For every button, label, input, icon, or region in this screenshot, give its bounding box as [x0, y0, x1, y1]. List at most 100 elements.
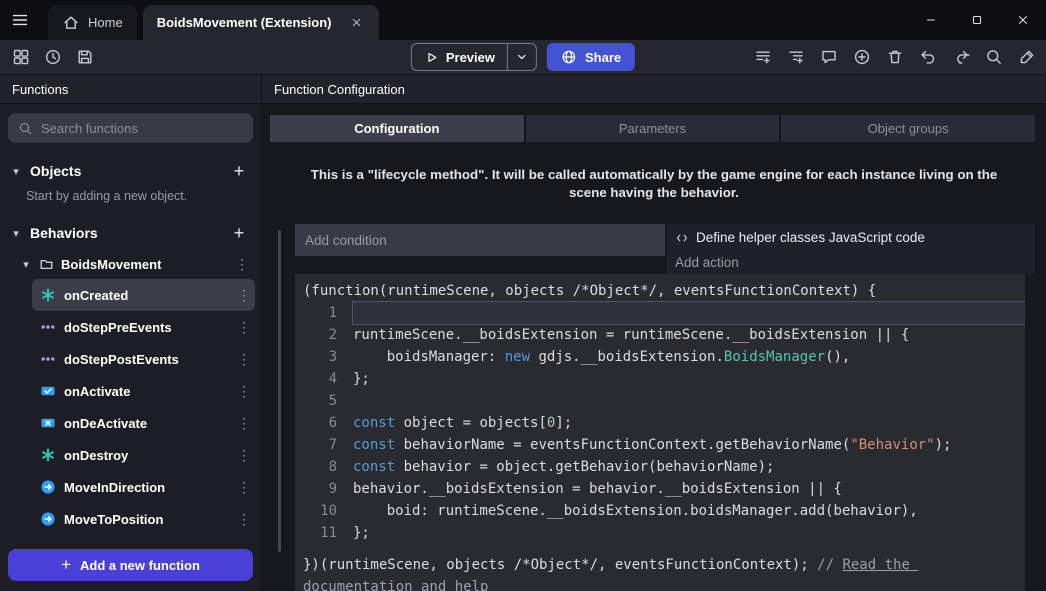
- code-token: );: [935, 437, 952, 453]
- project-manager-icon[interactable]: [8, 44, 34, 70]
- code-token: object = objects[: [395, 415, 547, 431]
- add-behavior-button[interactable]: +: [227, 221, 251, 245]
- line-number: 10: [295, 500, 353, 522]
- tab-extension-label: BoidsMovement (Extension): [157, 15, 332, 30]
- line-number: 5: [295, 390, 353, 412]
- code-token: const: [353, 415, 395, 431]
- window-controls: [908, 0, 1046, 40]
- add-subevent-icon[interactable]: [783, 44, 809, 70]
- search-icon[interactable]: [981, 44, 1007, 70]
- preview-dropdown-button[interactable]: [508, 44, 536, 70]
- tab-label: Object groups: [868, 121, 949, 136]
- code-token: const: [353, 437, 395, 453]
- item-menu-icon[interactable]: ⋮: [235, 511, 253, 528]
- tab-object-groups[interactable]: Object groups: [781, 115, 1035, 142]
- add-object-button[interactable]: +: [227, 159, 251, 183]
- code-line: 2runtimeScene.__boidsExtension = runtime…: [295, 324, 1025, 346]
- code-token: };: [353, 525, 370, 541]
- undo-icon[interactable]: [915, 44, 941, 70]
- sidebar-item-dosteppostevents[interactable]: doStepPostEvents⋮: [32, 343, 255, 375]
- hamburger-icon: [11, 11, 29, 29]
- item-menu-icon[interactable]: ⋮: [235, 447, 253, 464]
- sidebar-item-oncreated[interactable]: onCreated⋮: [32, 279, 255, 311]
- objects-empty-text: Start by adding a new object.: [0, 187, 261, 211]
- fn-activate-icon: [40, 383, 56, 399]
- code-line: 3 boidsManager: new gdjs.__boidsExtensio…: [295, 346, 1025, 368]
- tab-boidsmovement-extension[interactable]: BoidsMovement (Extension): [143, 5, 380, 40]
- theme-brush-icon[interactable]: [1014, 44, 1040, 70]
- item-menu-icon[interactable]: ⋮: [235, 319, 253, 336]
- add-event-icon[interactable]: [750, 44, 776, 70]
- code-token: boidsManager:: [353, 349, 505, 365]
- js-code-action[interactable]: Define helper classes JavaScript code: [667, 224, 1035, 251]
- add-action-button[interactable]: Add action: [667, 251, 1035, 274]
- history-icon[interactable]: [40, 44, 66, 70]
- tab-configuration[interactable]: Configuration: [270, 115, 524, 142]
- code-text: };: [353, 368, 1025, 390]
- redo-icon[interactable]: [948, 44, 974, 70]
- group-menu-icon[interactable]: ⋮: [233, 256, 251, 273]
- add-condition-button[interactable]: Add condition: [295, 224, 665, 256]
- code-line: 6const object = objects[0];: [295, 412, 1025, 434]
- save-icon[interactable]: [72, 44, 98, 70]
- behaviors-section-label: Behaviors: [30, 225, 219, 241]
- line-number: 6: [295, 412, 353, 434]
- globe-icon: [561, 49, 577, 65]
- item-menu-icon[interactable]: ⋮: [235, 287, 253, 304]
- chevron-down-icon: [515, 50, 529, 64]
- sidebar-item-movetoposition[interactable]: MoveToPosition⋮: [32, 503, 255, 535]
- code-text: boid: runtimeScene.__boidsExtension.boid…: [353, 500, 1025, 522]
- maximize-icon[interactable]: [954, 0, 1000, 40]
- code-line: 1: [295, 302, 1025, 324]
- trash-icon[interactable]: [882, 44, 908, 70]
- code-line: (function(runtimeScene, objects /*Object…: [295, 280, 1025, 302]
- tab-parameters[interactable]: Parameters: [526, 115, 780, 142]
- sidebar-item-moveindirection[interactable]: MoveInDirection⋮: [32, 471, 255, 503]
- fn-step-icon: [40, 351, 56, 367]
- code-text: [353, 302, 1025, 324]
- add-comment-icon[interactable]: [816, 44, 842, 70]
- item-menu-icon[interactable]: ⋮: [235, 415, 253, 432]
- search-functions-input[interactable]: [41, 121, 243, 136]
- sidebar-header: Functions: [0, 75, 261, 104]
- sidebar-item-ondestroy[interactable]: onDestroy⋮: [32, 439, 255, 471]
- tab-close-icon[interactable]: [347, 14, 365, 32]
- code-token: const: [353, 459, 395, 475]
- toolbar-right-icons: [750, 44, 1040, 70]
- code-token: behavior.__boidsExtension = behavior.__b…: [353, 481, 842, 497]
- play-icon: [424, 50, 439, 65]
- js-code-action-label: Define helper classes JavaScript code: [696, 230, 925, 245]
- tab-home-label: Home: [88, 15, 123, 30]
- line-number: 9: [295, 478, 353, 500]
- sidebar-item-dosteppreevents[interactable]: doStepPreEvents⋮: [32, 311, 255, 343]
- code-token: };: [353, 371, 370, 387]
- code-lines: (function(runtimeScene, objects /*Object…: [295, 280, 1025, 591]
- add-circle-icon[interactable]: [849, 44, 875, 70]
- hamburger-menu-button[interactable]: [0, 0, 40, 40]
- item-menu-icon[interactable]: ⋮: [235, 479, 253, 496]
- objects-section-header[interactable]: ▾ Objects +: [0, 155, 261, 187]
- line-number: 8: [295, 456, 353, 478]
- add-function-button[interactable]: + Add a new function: [8, 549, 253, 581]
- code-token: (),: [825, 349, 850, 365]
- item-menu-icon[interactable]: ⋮: [235, 383, 253, 400]
- item-menu-icon[interactable]: ⋮: [235, 351, 253, 368]
- titlebar: Home BoidsMovement (Extension): [0, 0, 1046, 40]
- code-text: const object = objects[0];: [353, 412, 1025, 434]
- code-editor[interactable]: (function(runtimeScene, objects /*Object…: [295, 274, 1025, 591]
- sidebar-item-onactivate[interactable]: onActivate⋮: [32, 375, 255, 407]
- events-sheet: Add condition Define helper classes Java…: [262, 224, 1046, 591]
- behavior-group-boidsmovement[interactable]: ▾ BoidsMovement ⋮: [0, 249, 261, 279]
- code-text: runtimeScene.__boidsExtension = runtimeS…: [353, 324, 1025, 346]
- events-scrollbar[interactable]: [278, 230, 281, 552]
- minimize-icon[interactable]: [908, 0, 954, 40]
- behaviors-section-header[interactable]: ▾ Behaviors +: [0, 217, 261, 249]
- sidebar-item-ondeactivate[interactable]: onDeActivate⋮: [32, 407, 255, 439]
- preview-button[interactable]: Preview: [411, 43, 537, 71]
- search-icon: [18, 121, 33, 136]
- tab-home[interactable]: Home: [48, 5, 137, 40]
- close-icon[interactable]: [1000, 0, 1046, 40]
- share-button[interactable]: Share: [547, 43, 635, 71]
- code-spacer: [295, 544, 1025, 554]
- page-title: Function Configuration: [274, 82, 405, 97]
